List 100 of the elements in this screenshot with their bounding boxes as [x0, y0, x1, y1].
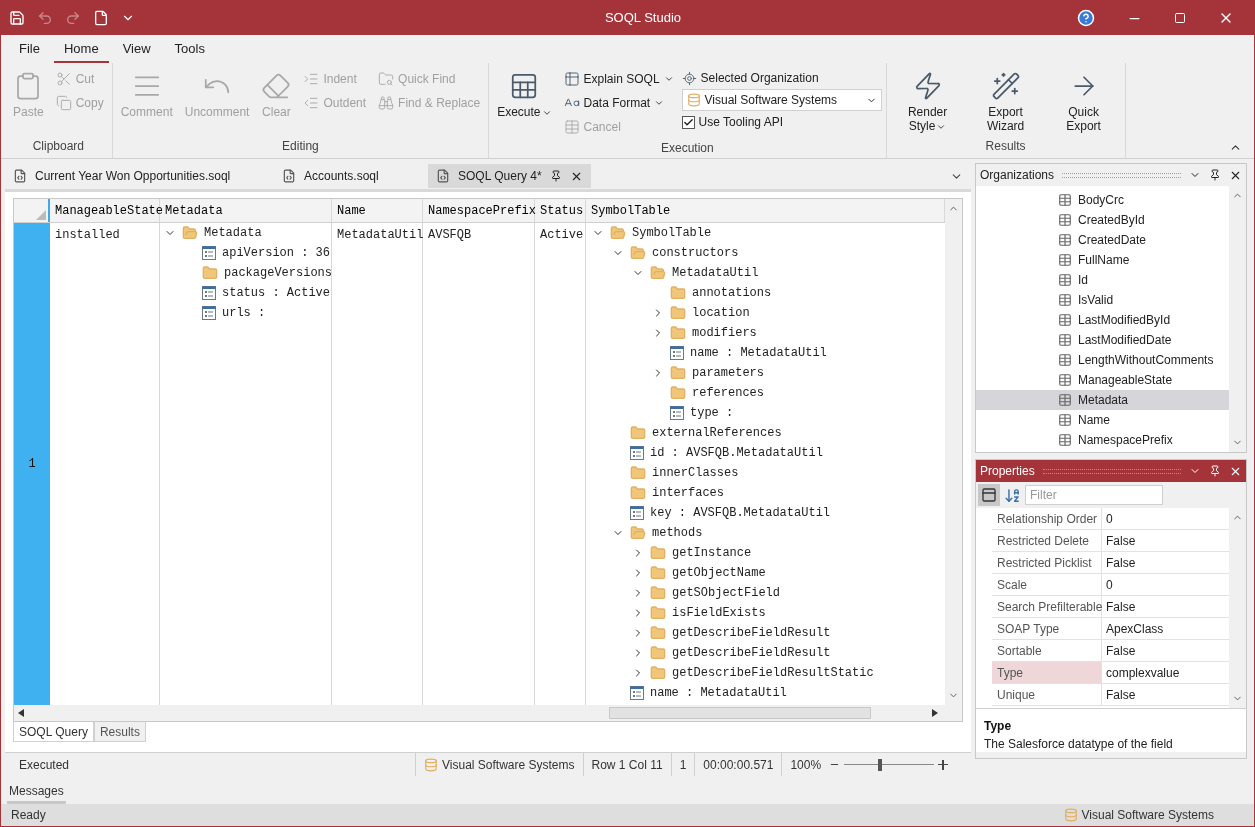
- ribbon-button[interactable]: Data Format: [559, 91, 678, 115]
- tree-node-label: externalReferences: [652, 425, 782, 442]
- table-cell: Active: [535, 223, 586, 705]
- field-list-item[interactable]: ManageableState: [976, 370, 1229, 390]
- tree-node-label: MetadataUtil: [672, 265, 759, 282]
- property-value: False: [1105, 532, 1137, 550]
- ribbon-tab[interactable]: Home: [53, 37, 109, 63]
- scroll-right-icon[interactable]: [932, 709, 938, 717]
- scroll-left-icon[interactable]: [18, 709, 24, 717]
- pin-icon[interactable]: [1209, 169, 1221, 181]
- property-name[interactable]: Restricted Picklist: [992, 552, 1102, 573]
- property-name[interactable]: Restricted Delete: [992, 530, 1102, 551]
- ribbon-tab[interactable]: File: [9, 37, 50, 63]
- property-value: complexvalue: [1105, 664, 1181, 682]
- open-folder-icon: [630, 525, 646, 541]
- field-list-item[interactable]: LastModifiedById: [976, 310, 1229, 330]
- check-icon: [682, 116, 694, 128]
- field-list-item[interactable]: Id: [976, 270, 1229, 290]
- field-list-item[interactable]: LengthWithoutComments: [976, 350, 1229, 370]
- property-value: False: [1105, 554, 1137, 572]
- group-label: Execution: [660, 140, 715, 157]
- tooling-api-checkbox[interactable]: Use Tooling API: [681, 111, 882, 133]
- field-list-item[interactable]: NamespacePrefix: [976, 430, 1229, 450]
- ribbon-tab[interactable]: View: [112, 37, 161, 63]
- sort-icon[interactable]: [1004, 486, 1021, 504]
- folder-icon: [650, 645, 666, 661]
- database-icon: [1063, 808, 1078, 822]
- field-list-item[interactable]: Name: [976, 410, 1229, 430]
- tree-node-label: parameters: [692, 365, 764, 382]
- tree-node-label: name : MetadataUtil: [690, 345, 827, 362]
- vertical-scrollbar[interactable]: [1229, 508, 1246, 708]
- folder-icon: [670, 285, 686, 301]
- property-value: False: [1105, 642, 1137, 660]
- organization-name: Visual Software Systems: [442, 756, 575, 774]
- document-tab[interactable]: Accounts.soql: [274, 164, 424, 188]
- copy-icon: [55, 95, 72, 111]
- maximize-icon[interactable]: [1174, 12, 1186, 24]
- organization-name: Visual Software Systems: [1081, 807, 1214, 824]
- pin-icon[interactable]: [549, 170, 562, 182]
- description-text: The Salesforce datatype of the field: [984, 736, 1174, 753]
- save-icon[interactable]: [9, 10, 25, 26]
- ribbon-button[interactable]: Export Wizard: [968, 67, 1043, 137]
- table-icon: [1058, 413, 1072, 427]
- column-header[interactable]: ManageableState: [50, 199, 160, 222]
- zoom-percent: 100%: [781, 753, 830, 776]
- new-file-icon[interactable]: [93, 10, 109, 26]
- ribbon-button[interactable]: Explain SOQL: [559, 67, 678, 91]
- column-header[interactable]: Status: [535, 199, 586, 222]
- tree-node-label: packageVersions: [224, 265, 333, 282]
- eraser-icon: [261, 71, 292, 101]
- zoom-in-icon[interactable]: [938, 759, 949, 770]
- field-list-item[interactable]: Metadata: [976, 390, 1229, 410]
- property-name[interactable]: SOAP Type: [992, 618, 1102, 639]
- property-name[interactable]: Search Prefilterable: [992, 596, 1102, 617]
- document-tab[interactable]: Current Year Won Opportunities.soql: [5, 164, 270, 188]
- ribbon-tab[interactable]: Tools: [164, 37, 215, 63]
- property-name[interactable]: Unique: [992, 684, 1102, 705]
- zoom-slider[interactable]: [844, 758, 935, 771]
- ribbon-button[interactable]: Render Style: [890, 67, 965, 137]
- horizontal-scrollbar[interactable]: [14, 705, 962, 721]
- field-list-item[interactable]: BodyCrc: [976, 190, 1229, 210]
- cursor-position: Row 1 Col 11: [582, 753, 671, 776]
- editor-mode-tab[interactable]: SOQL Query: [13, 722, 94, 742]
- select-all-triangle-icon[interactable]: [36, 210, 46, 220]
- property-name[interactable]: Sortable: [992, 640, 1102, 661]
- field-list-item[interactable]: CreatedById: [976, 210, 1229, 230]
- categorized-button[interactable]: [978, 484, 1000, 506]
- editor-mode-tab[interactable]: Results: [93, 722, 146, 742]
- row-header[interactable]: 1: [14, 223, 50, 705]
- pin-icon[interactable]: [1209, 465, 1221, 477]
- indent-icon: [303, 71, 320, 87]
- folder-icon: [650, 585, 666, 601]
- field-list-item[interactable]: IsValid: [976, 290, 1229, 310]
- property-name[interactable]: Scale: [992, 574, 1102, 595]
- document-tab[interactable]: SOQL Query 4*: [428, 164, 591, 188]
- help-icon[interactable]: [1077, 9, 1095, 27]
- database-icon: [686, 93, 701, 107]
- caret-icon: [654, 98, 665, 108]
- field-icon: [202, 286, 216, 300]
- organization-dropdown[interactable]: Visual Software Systems: [681, 89, 882, 111]
- status-text: Ready: [11, 807, 47, 824]
- field-list-item[interactable]: CreatedDate: [976, 230, 1229, 250]
- property-name[interactable]: Type: [992, 662, 1102, 683]
- property-name[interactable]: Relationship Order: [992, 508, 1102, 529]
- vertical-scrollbar[interactable]: [1229, 186, 1246, 452]
- table-icon: [1058, 213, 1072, 227]
- property-value: ApexClass: [1105, 620, 1165, 638]
- table-icon: [1058, 353, 1072, 367]
- field-list-item[interactable]: LastModifiedDate: [976, 330, 1229, 350]
- folder-icon: [670, 385, 686, 401]
- ribbon-button[interactable]: Execute: [493, 67, 556, 137]
- field-list-item[interactable]: FullName: [976, 250, 1229, 270]
- table-icon: [1058, 253, 1072, 267]
- column-header[interactable]: NamespacePrefix: [423, 199, 535, 222]
- filter-field[interactable]: Filter: [1025, 485, 1163, 505]
- table-icon: [1058, 433, 1072, 447]
- vertical-scrollbar[interactable]: [945, 199, 962, 705]
- field-icon: [630, 686, 644, 700]
- column-header[interactable]: Name: [332, 199, 423, 222]
- ribbon-button[interactable]: Quick Export: [1046, 67, 1121, 137]
